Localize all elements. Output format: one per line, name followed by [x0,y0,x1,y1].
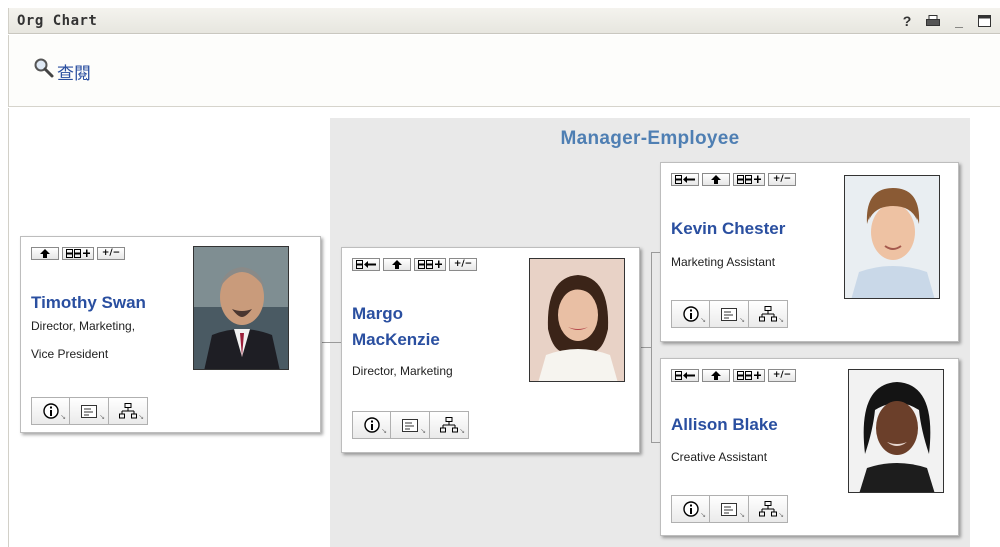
expand-children-icon[interactable] [733,173,765,186]
person-card-allison: +/− Allison Blake Creative Assistant ↘ ↘… [660,358,959,536]
search-toolbar: 查閱 [8,35,1000,107]
panel-title: Manager-Employee [560,128,740,149]
card-mini-toolbar: +/− [671,173,796,186]
search-label: 查閱 [57,64,91,83]
collapse-toggle-icon[interactable]: +/− [768,173,796,186]
expand-children-icon[interactable] [62,247,94,260]
person-name[interactable]: Kevin Chester [671,217,785,241]
person-photo [193,246,289,370]
window-title: Org Chart [17,12,98,29]
person-title: Director, Marketing, [31,319,136,333]
card-mini-toolbar: +/− [671,369,796,382]
help-icon[interactable]: ? [900,13,914,29]
magnifier-icon [33,57,55,84]
print-icon[interactable] [926,14,940,27]
collapse-toggle-icon[interactable]: +/− [449,258,477,271]
person-title: Marketing Assistant [671,255,776,269]
org-structure-icon[interactable]: ↘ [749,300,788,328]
person-card-kevin: +/− Kevin Chester Marketing Assistant ↘ … [660,162,959,342]
person-title: Vice President [31,347,109,361]
card-actions: ↘ ↘ ↘ [31,397,148,425]
go-up-icon[interactable] [383,258,411,271]
expand-children-icon[interactable] [733,369,765,382]
info-icon[interactable]: ↘ [352,411,391,439]
expand-children-icon[interactable] [414,258,446,271]
vcard-icon[interactable]: ↘ [710,495,749,523]
collapse-toggle-icon[interactable]: +/− [768,369,796,382]
person-name[interactable]: Allison Blake [671,413,778,437]
show-manager-icon[interactable] [671,369,699,382]
person-title: Creative Assistant [671,450,768,464]
vcard-icon[interactable]: ↘ [70,397,109,425]
card-actions: ↘ ↘ ↘ [352,411,469,439]
info-icon[interactable]: ↘ [31,397,70,425]
card-actions: ↘ ↘ ↘ [671,300,788,328]
go-up-icon[interactable] [31,247,59,260]
show-manager-icon[interactable] [671,173,699,186]
connector-line [641,347,651,348]
connector-line [651,252,660,253]
maximize-icon[interactable] [978,14,992,27]
person-photo [848,369,944,493]
person-name[interactable]: MacKenzie [352,328,440,352]
portlet-titlebar: Org Chart ? _ [8,8,1000,34]
card-mini-toolbar: +/− [31,247,125,260]
org-structure-icon[interactable]: ↘ [749,495,788,523]
connector-line [651,252,652,442]
org-structure-icon[interactable]: ↘ [109,397,148,425]
person-photo [844,175,940,299]
person-name[interactable]: Margo [352,302,403,326]
person-title: Director, Marketing [352,364,453,378]
card-actions: ↘ ↘ ↘ [671,495,788,523]
org-structure-icon[interactable]: ↘ [430,411,469,439]
person-name[interactable]: Timothy Swan [31,291,146,315]
person-photo [529,258,625,382]
person-card-margo: +/− Margo MacKenzie Director, Marketing … [341,247,640,453]
content-border [8,108,9,547]
collapse-toggle-icon[interactable]: +/− [97,247,125,260]
minimize-icon[interactable]: _ [952,13,966,29]
connector-line [322,342,342,343]
info-icon[interactable]: ↘ [671,300,710,328]
show-manager-icon[interactable] [352,258,380,271]
info-icon[interactable]: ↘ [671,495,710,523]
titlebar-icons: ? _ [900,13,992,29]
go-up-icon[interactable] [702,173,730,186]
connector-line [651,442,660,443]
vcard-icon[interactable]: ↘ [710,300,749,328]
search-link[interactable]: 查閱 [33,57,91,84]
vcard-icon[interactable]: ↘ [391,411,430,439]
person-card-timothy: +/− Timothy Swan Director, Marketing, Vi… [20,236,321,433]
go-up-icon[interactable] [702,369,730,382]
card-mini-toolbar: +/− [352,258,477,271]
